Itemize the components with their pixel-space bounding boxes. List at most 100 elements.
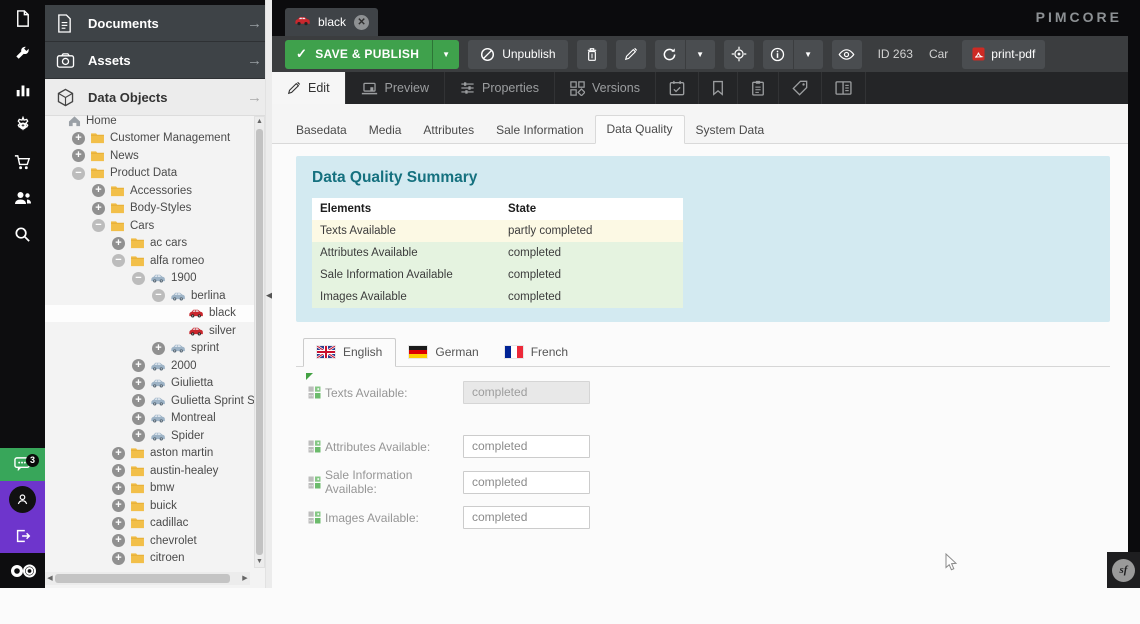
tree-item-black[interactable]: black: [45, 305, 258, 323]
accordion-documents[interactable]: Documents →: [45, 5, 272, 42]
tree-horizontal-scrollbar[interactable]: ◀ ▶: [45, 572, 250, 585]
scroll-left-icon[interactable]: ◀: [45, 572, 55, 585]
tree-item-montreal[interactable]: +Montreal: [45, 410, 258, 428]
expand-icon[interactable]: +: [92, 202, 105, 215]
collapse-icon[interactable]: −: [132, 272, 145, 285]
tree-item-body-styles[interactable]: +Body-Styles: [45, 200, 258, 218]
expand-icon[interactable]: +: [92, 184, 105, 197]
expand-icon[interactable]: +: [112, 517, 125, 530]
expand-icon[interactable]: +: [112, 447, 125, 460]
view-tab-properties[interactable]: Properties: [445, 72, 555, 104]
accordion-assets[interactable]: Assets →: [45, 42, 272, 79]
expand-icon[interactable]: +: [112, 464, 125, 477]
locate-in-tree-button[interactable]: [724, 40, 754, 69]
profile-rail-icon[interactable]: [0, 481, 45, 518]
tree-item-1900[interactable]: −1900: [45, 270, 258, 288]
info-options-caret[interactable]: ▼: [793, 40, 823, 69]
tools-rail-icon[interactable]: [0, 36, 45, 72]
collapse-icon[interactable]: −: [112, 254, 125, 267]
language-tab-german[interactable]: German: [396, 338, 491, 367]
expand-icon[interactable]: +: [132, 394, 145, 407]
tree-item-austin-healey[interactable]: +austin-healey: [45, 462, 258, 480]
delete-button[interactable]: [577, 40, 607, 69]
logout-rail-icon[interactable]: [0, 518, 45, 553]
layout-tab-media[interactable]: Media: [358, 117, 413, 144]
expand-icon[interactable]: +: [112, 482, 125, 495]
tree-item-spider[interactable]: +Spider: [45, 427, 258, 445]
open-preview-eye-button[interactable]: [832, 40, 862, 69]
panel-collapse-strip[interactable]: ◀: [265, 0, 272, 588]
view-tab-clipboard[interactable]: [738, 72, 779, 104]
scrollbar-thumb[interactable]: [55, 574, 230, 583]
tree-item-cadillac[interactable]: +cadillac: [45, 515, 258, 533]
view-tab-preview[interactable]: Preview: [346, 72, 445, 104]
view-tab-edit[interactable]: Edit: [272, 72, 346, 104]
save-publish-button[interactable]: ✓ SAVE & PUBLISH ▼: [285, 40, 459, 69]
tree-item-home[interactable]: Home: [45, 112, 258, 130]
scrollbar-thumb[interactable]: [256, 129, 263, 555]
scroll-down-icon[interactable]: ▼: [255, 557, 264, 567]
expand-icon[interactable]: +: [72, 132, 85, 145]
rename-button[interactable]: [616, 40, 646, 69]
search-rail-icon[interactable]: [0, 216, 45, 252]
tree-item-news[interactable]: +News: [45, 147, 258, 165]
view-tab-bookmark[interactable]: [699, 72, 738, 104]
expand-icon[interactable]: +: [152, 342, 165, 355]
accordion-data-objects[interactable]: Data Objects →: [45, 79, 272, 116]
notifications-chat-icon[interactable]: 3: [0, 448, 45, 481]
tree-item-customer-management[interactable]: +Customer Management: [45, 130, 258, 148]
settings-rail-icon[interactable]: [0, 108, 45, 144]
view-tab-versions[interactable]: Versions: [555, 72, 656, 104]
info-button[interactable]: [763, 40, 793, 69]
expand-icon[interactable]: +: [132, 359, 145, 372]
collapse-icon[interactable]: −: [92, 219, 105, 232]
save-options-caret[interactable]: ▼: [432, 40, 459, 69]
tree-item-sprint[interactable]: +sprint: [45, 340, 258, 358]
reports-rail-icon[interactable]: [0, 72, 45, 108]
language-tab-english[interactable]: English: [303, 338, 396, 367]
tree-item-2000[interactable]: +2000: [45, 357, 258, 375]
cart-rail-icon[interactable]: [0, 144, 45, 180]
language-tab-french[interactable]: French: [492, 338, 581, 367]
tree-item-bmw[interactable]: +bmw: [45, 480, 258, 498]
close-tab-icon[interactable]: ✕: [354, 15, 369, 30]
tab-black[interactable]: black ✕: [285, 8, 378, 36]
tree-item-gulietta-sprint-specia[interactable]: +Gulietta Sprint Specia: [45, 392, 258, 410]
expand-icon[interactable]: +: [72, 149, 85, 162]
tree-item-aston-martin[interactable]: +aston martin: [45, 445, 258, 463]
expand-icon[interactable]: +: [112, 552, 125, 565]
print-pdf-button[interactable]: print-pdf: [962, 40, 1045, 69]
view-tab-calendar[interactable]: [656, 72, 699, 104]
users-rail-icon[interactable]: [0, 180, 45, 216]
tree-item-berlina[interactable]: −berlina: [45, 287, 258, 305]
layout-tab-attributes[interactable]: Attributes: [412, 117, 485, 144]
collapse-icon[interactable]: −: [72, 167, 85, 180]
expand-icon[interactable]: +: [132, 429, 145, 442]
tree-item-cars[interactable]: −Cars: [45, 217, 258, 235]
tree-item-chevrolet[interactable]: +chevrolet: [45, 532, 258, 550]
scroll-up-icon[interactable]: ▲: [255, 117, 264, 127]
tree-item-silver[interactable]: silver: [45, 322, 258, 340]
documents-rail-icon[interactable]: [0, 0, 45, 36]
expand-icon[interactable]: +: [132, 412, 145, 425]
layout-tab-system-data[interactable]: System Data: [685, 117, 776, 144]
tree-vertical-scrollbar[interactable]: ▲ ▼: [254, 116, 265, 568]
tree-item-buick[interactable]: +buick: [45, 497, 258, 515]
unpublish-button[interactable]: Unpublish: [468, 40, 567, 69]
scroll-right-icon[interactable]: ▶: [240, 572, 250, 585]
tree-item-citroen[interactable]: +citroen: [45, 550, 258, 568]
expand-icon[interactable]: +: [112, 499, 125, 512]
expand-icon[interactable]: +: [112, 237, 125, 250]
tree-item-product-data[interactable]: −Product Data: [45, 165, 258, 183]
layout-tab-sale-information[interactable]: Sale Information: [485, 117, 594, 144]
symfony-debug-badge[interactable]: sf: [1107, 552, 1140, 588]
reload-button[interactable]: [655, 40, 685, 69]
field-value-input[interactable]: completed: [463, 471, 590, 494]
layout-tab-basedata[interactable]: Basedata: [285, 117, 358, 144]
layout-tab-data-quality[interactable]: Data Quality: [595, 115, 685, 144]
tree-item-accessories[interactable]: +Accessories: [45, 182, 258, 200]
collapse-icon[interactable]: −: [152, 289, 165, 302]
reload-options-caret[interactable]: ▼: [685, 40, 715, 69]
view-tab-tag[interactable]: [779, 72, 822, 104]
tree-item-giulietta[interactable]: +Giulietta: [45, 375, 258, 393]
